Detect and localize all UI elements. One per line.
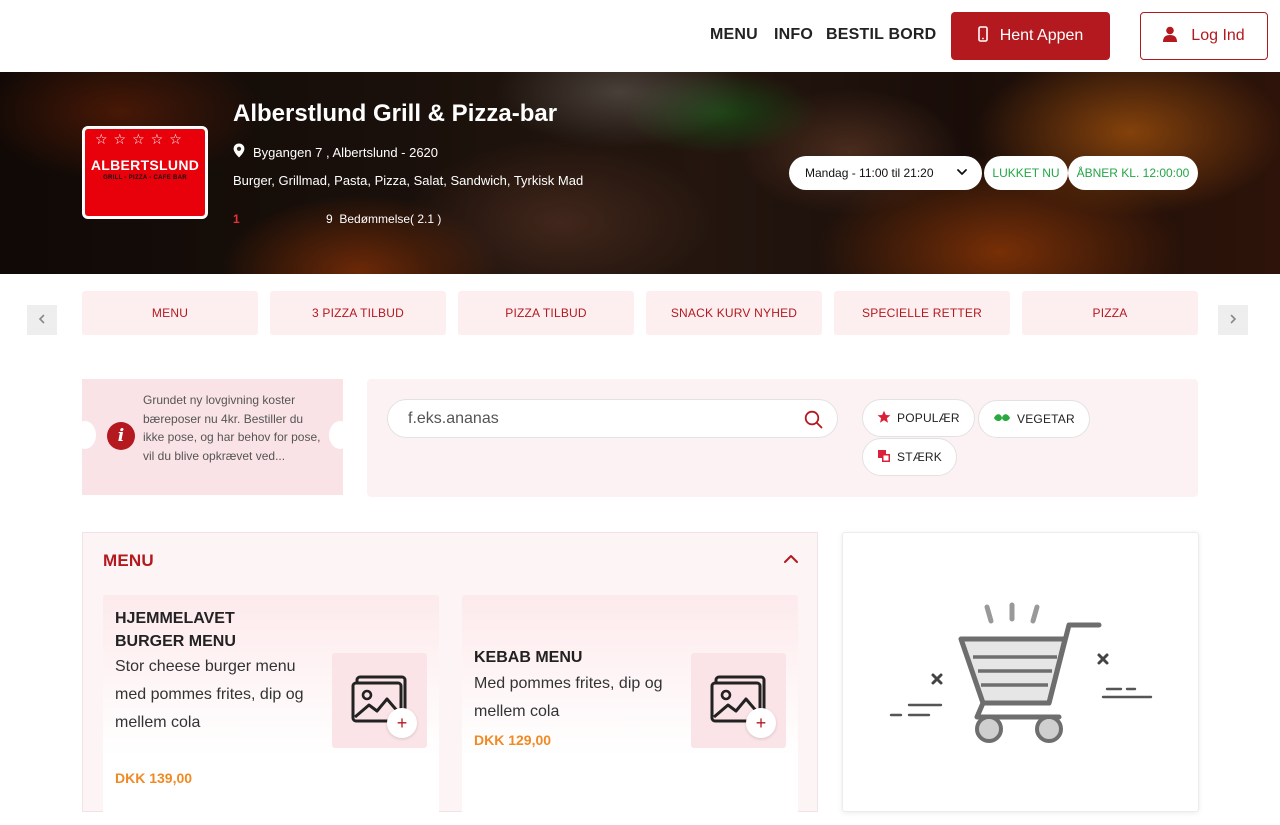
opening-hours-value: Mandag - 11:00 til 21:20	[805, 166, 934, 180]
search-icon[interactable]	[804, 410, 823, 434]
search-box	[387, 399, 838, 438]
nav-link-book-table[interactable]: BESTIL BORD	[826, 26, 936, 44]
filter-vegetarian-chip[interactable]: VEGETAR	[978, 400, 1090, 438]
category-tab-menu[interactable]: MENU	[82, 291, 258, 335]
login-button[interactable]: Log Ind	[1140, 12, 1268, 60]
reviews-label: Bedømmelse( 2.1 )	[339, 212, 442, 226]
add-to-cart-button[interactable]: +	[387, 708, 417, 738]
address-text: Bygangen 7 , Albertslund - 2620	[253, 144, 439, 160]
restaurant-logo: ☆☆☆☆☆ ALBERTSLUND GRILL - PIZZA - CAFE B…	[82, 126, 208, 219]
nav-link-menu[interactable]: MENU	[710, 26, 758, 44]
chili-icon	[877, 449, 891, 466]
menu-item-card[interactable]: KEBAB MENU Med pommes frites, dip og mel…	[462, 595, 798, 825]
bag-fee-notice[interactable]: i Grundet ny lovgivning koster bæreposer…	[74, 379, 351, 495]
category-tab-snack-basket[interactable]: SNACK KURV NYHED	[646, 291, 822, 335]
menu-item-price: DKK 129,00	[474, 732, 552, 748]
shopping-cart-panel	[842, 532, 1199, 812]
location-pin-icon	[233, 143, 245, 161]
logo-stars: ☆☆☆☆☆	[95, 131, 188, 147]
category-tab-pizza-offer[interactable]: PIZZA TILBUD	[458, 291, 634, 335]
leaf-icon	[993, 412, 1011, 427]
logo-subtitle: GRILL - PIZZA - CAFE BAR	[103, 175, 187, 181]
category-scroll-left-button[interactable]	[27, 305, 57, 335]
logo-name: ALBERTSLUND	[90, 157, 200, 173]
menu-item-description: Med pommes frites, dip og mellem cola	[474, 675, 663, 720]
nav-link-info[interactable]: INFO	[774, 26, 813, 44]
opening-hours-select[interactable]: Mandag - 11:00 til 21:20	[789, 156, 982, 190]
filter-popular-chip[interactable]: POPULÆR	[862, 399, 975, 437]
chevron-up-icon[interactable]	[783, 551, 799, 572]
menu-item-image: +	[332, 653, 427, 748]
filter-popular-label: POPULÆR	[897, 411, 960, 425]
filter-vegetarian-label: VEGETAR	[1017, 412, 1075, 426]
menu-item-card[interactable]: HJEMMELAVET BURGER MENU Stor cheese burg…	[103, 595, 439, 825]
top-navigation: MENU INFO BESTIL BORD Hent Appen Log Ind	[0, 0, 1280, 72]
chevron-left-icon	[37, 311, 47, 329]
notice-text: Grundet ny lovgivning koster bæreposer n…	[143, 393, 321, 463]
menu-category-section: MENU HJEMMELAVET BURGER MENU Stor cheese…	[82, 532, 818, 825]
filter-spicy-chip[interactable]: STÆRK	[862, 438, 958, 476]
menu-item-title: KEBAB MENU	[474, 649, 583, 666]
opens-at-badge: ÅBNER KL. 12:00:00	[1068, 156, 1198, 190]
search-filter-panel: POPULÆR VEGETAR STÆRK	[367, 379, 1198, 497]
chevron-right-icon	[1228, 311, 1238, 329]
category-scroll-right-button[interactable]	[1218, 305, 1248, 335]
menu-item-image: +	[691, 653, 786, 748]
get-app-label: Hent Appen	[999, 27, 1084, 44]
rating-value: 1	[233, 212, 240, 226]
add-to-cart-button[interactable]: +	[746, 708, 776, 738]
restaurant-name: Alberstlund Grill & Pizza-bar	[233, 100, 558, 127]
phone-icon	[977, 25, 988, 47]
menu-item-price: DKK 139,00	[115, 770, 193, 786]
category-tab-3-pizza-offer[interactable]: 3 PIZZA TILBUD	[270, 291, 446, 335]
category-tab-special-dishes[interactable]: SPECIELLE RETTER	[834, 291, 1010, 335]
star-icon	[877, 410, 891, 427]
menu-item-title: HJEMMELAVET BURGER MENU	[115, 610, 236, 650]
reviews[interactable]: 9 Bedømmelse( 2.1 )	[326, 212, 441, 226]
category-tab-pizza[interactable]: PIZZA	[1022, 291, 1198, 335]
menu-item-description: Stor cheese burger menu med pommes frite…	[115, 658, 304, 731]
user-icon	[1163, 26, 1178, 47]
restaurant-hero: ☆☆☆☆☆ ALBERTSLUND GRILL - PIZZA - CAFE B…	[0, 72, 1280, 274]
chevron-down-icon	[956, 166, 968, 181]
search-input[interactable]	[408, 408, 788, 430]
review-count: 9	[326, 212, 333, 226]
status-closed-badge: LUKKET NU	[984, 156, 1068, 190]
filter-spicy-label: STÆRK	[897, 450, 943, 464]
login-label: Log Ind	[1191, 27, 1245, 44]
get-app-button[interactable]: Hent Appen	[951, 12, 1110, 60]
cuisine-categories: Burger, Grillmad, Pasta, Pizza, Salat, S…	[233, 173, 584, 188]
menu-section-title: MENU	[103, 551, 154, 570]
restaurant-address: Bygangen 7 , Albertslund - 2620	[233, 143, 438, 161]
info-icon: i	[107, 422, 135, 450]
